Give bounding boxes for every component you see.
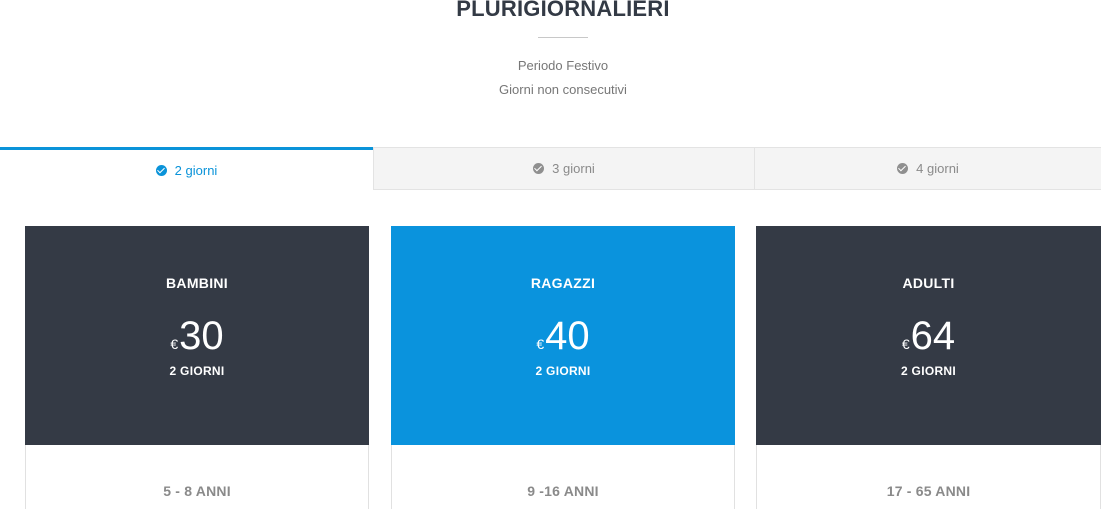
price-value: 64 [910,314,956,358]
card-category: BAMBINI [166,275,228,291]
card-category: RAGAZZI [530,275,596,291]
card-duration: 2 GIORNI [535,364,591,378]
currency-symbol: € [170,336,179,352]
tab-4-giorni[interactable]: 4 giorni [754,147,1101,190]
price-card-ragazzi: RAGAZZI €40 2 GIORNI 9 -16 ANNI [391,226,735,509]
price-card-adulti: ADULTI €64 2 GIORNI 17 - 65 ANNI [756,226,1101,509]
card-category: ADULTI [902,275,955,291]
tab-3-giorni[interactable]: 3 giorni [373,147,754,190]
check-circle-icon [533,163,545,174]
card-price: €30 [25,312,369,360]
card-price: €40 [391,312,735,360]
tab-label: 2 giorni [174,162,218,178]
title-divider [538,37,588,38]
price-value: 30 [179,314,224,358]
page-title: PLURIGIORNALIERI [456,0,670,21]
currency-symbol: € [901,336,910,352]
check-circle-icon [897,163,909,174]
card-age-range: 17 - 65 ANNI [886,483,971,499]
price-card-bambini: BAMBINI €30 2 GIORNI 5 - 8 ANNI [25,226,369,509]
price-value: 40 [545,314,590,358]
tab-label: 4 giorni [916,161,959,176]
card-duration: 2 GIORNI [900,364,957,378]
check-circle-icon [155,164,167,176]
currency-symbol: € [536,336,545,352]
price-card-header: BAMBINI €30 2 GIORNI [25,226,369,445]
price-card-header: ADULTI €64 2 GIORNI [756,226,1101,445]
duration-tabs: 2 giorni 3 giorni 4 giorni [0,147,1101,190]
card-age-range: 9 -16 ANNI [527,483,599,499]
card-age-range: 5 - 8 ANNI [163,483,231,499]
tab-label: 3 giorni [552,161,595,176]
subtitle-days: Giorni non consecutivi [499,82,627,97]
subtitle-period: Periodo Festivo [517,58,609,73]
price-card-header: RAGAZZI €40 2 GIORNI [391,226,735,445]
tab-2-giorni[interactable]: 2 giorni [0,147,373,190]
card-duration: 2 GIORNI [169,364,225,378]
card-price: €64 [756,312,1101,360]
